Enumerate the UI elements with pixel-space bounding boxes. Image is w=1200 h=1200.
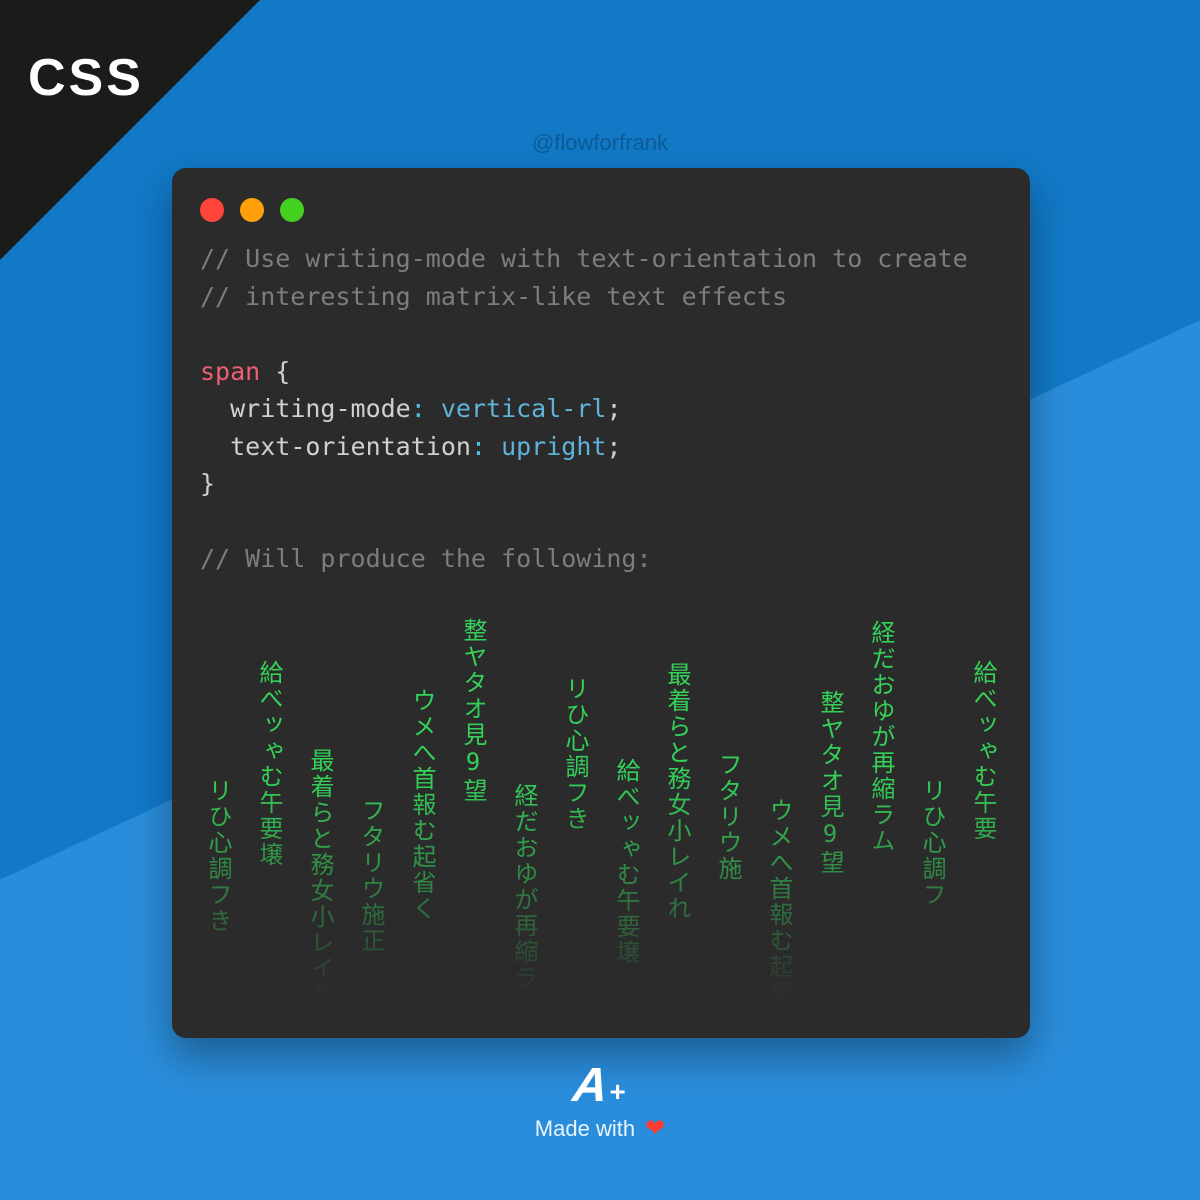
matrix-column: 給べッゃむ午要 <box>966 660 1001 842</box>
code-comment-1: // Use writing-mode with text-orientatio… <box>200 244 968 273</box>
code-val-1: vertical-rl <box>441 394 607 423</box>
matrix-column: 給べッゃむ午要壌 <box>609 758 644 966</box>
code-semi-2: ; <box>606 432 621 461</box>
matrix-column: ウメへ首報む起省 <box>762 798 797 1006</box>
made-with-text: Made with <box>535 1116 635 1142</box>
matrix-column: 最着らと務女小レイれ <box>660 662 695 922</box>
matrix-effect: リひ心調フき 給べッゃむ午要壌 最着らと務女小レイれ フタリウ施正 ウメへ首報む… <box>172 598 1030 1038</box>
code-semi-1: ; <box>606 394 621 423</box>
code-prop-2: text-orientation <box>230 432 471 461</box>
matrix-fade-overlay <box>172 778 1030 1038</box>
code-val-2: upright <box>501 432 606 461</box>
corner-css-label: CSS <box>28 48 144 108</box>
matrix-column: ウメへ首報む起省く <box>405 688 440 922</box>
code-colon-1: : <box>411 394 426 423</box>
made-with-line: Made with ❤ <box>0 1116 1200 1142</box>
code-open-brace: { <box>275 357 290 386</box>
matrix-column: リひ心調フ <box>915 778 950 908</box>
matrix-column: 経だおゆが再縮ラム <box>507 783 542 1017</box>
logo-a: A <box>571 1062 611 1110</box>
matrix-column: 整ヤタオ見9望 <box>456 618 491 804</box>
logo-a-plus: A+ <box>571 1062 629 1110</box>
matrix-column: リひ心調フき <box>558 676 593 832</box>
matrix-column: 給べッゃむ午要壌 <box>252 660 287 868</box>
close-icon[interactable] <box>200 198 224 222</box>
matrix-column: リひ心調フき <box>201 778 236 934</box>
matrix-column: フタリウ施 <box>711 752 746 882</box>
code-colon-2: : <box>471 432 486 461</box>
code-comment-result: // Will produce the following: <box>200 544 652 573</box>
minimize-icon[interactable] <box>240 198 264 222</box>
matrix-column: 整ヤタオ見9望 <box>813 690 848 876</box>
code-block: // Use writing-mode with text-orientatio… <box>172 232 1030 578</box>
heart-icon: ❤ <box>645 1117 665 1141</box>
matrix-column: 経だおゆが再縮ラム <box>864 620 899 854</box>
code-selector: span <box>200 357 260 386</box>
logo-plus: + <box>610 1078 626 1106</box>
code-close-brace: } <box>200 469 215 498</box>
matrix-column: フタリウ施正 <box>354 798 389 954</box>
window-traffic-lights <box>172 168 1030 232</box>
maximize-icon[interactable] <box>280 198 304 222</box>
footer: A+ Made with ❤ <box>0 1062 1200 1142</box>
matrix-column: 最着らと務女小レイれ <box>303 748 338 1008</box>
code-card: // Use writing-mode with text-orientatio… <box>172 168 1030 1038</box>
code-comment-2: // interesting matrix-like text effects <box>200 282 787 311</box>
code-prop-1: writing-mode <box>230 394 411 423</box>
